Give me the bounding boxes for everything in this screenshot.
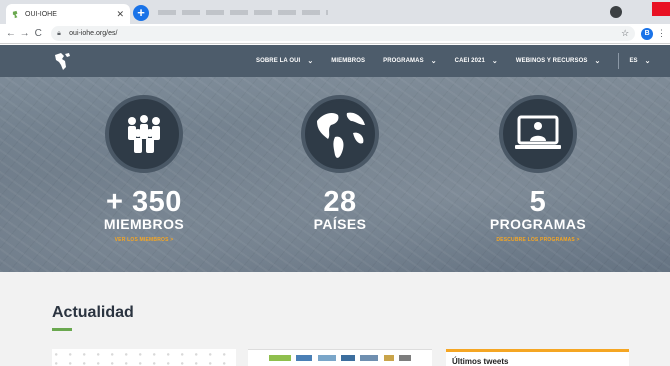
browser-tab-active[interactable]: OUI-IOHE ✕ [6,4,130,24]
language-label: ES [629,58,638,64]
stat-number: + 350 [106,186,182,218]
partner-logo [296,355,313,361]
news-card-image[interactable] [52,349,236,366]
stat-number: 28 [323,186,357,218]
title-underline [52,328,72,331]
site-favicon-icon [12,10,18,18]
forward-icon[interactable]: → [18,28,32,39]
partner-logo [399,355,412,361]
hero-banner: + 350 MIEMBROS VER LOS MIEMBROS > 28 PAÍ… [0,77,670,272]
chevron-down-icon: ⌄ [307,58,314,65]
url-text: oui-iohe.org/es/ [69,30,118,37]
section-title: Actualidad [52,304,134,321]
partner-logo [360,355,379,361]
window-controls [624,0,670,24]
main-menu: SOBRE LA OUI ⌄ MIEMBROS PROGRAMAS ⌄ CAEI… [256,45,669,77]
address-bar[interactable]: 🔒︎ oui-iohe.org/es/ ☆ [51,26,636,41]
stat-label: PAÍSES [313,216,367,232]
stat-programas: 5 PROGRAMAS DESCUBRE LOS PROGRAMAS > [476,77,600,243]
monitor-person-icon [499,95,577,173]
chevron-down-icon: ⌄ [644,58,651,65]
tweets-card: Últimos tweets [446,349,629,366]
new-tab-button[interactable]: + [133,5,149,21]
stat-miembros: + 350 MIEMBROS VER LOS MIEMBROS > [84,77,204,243]
menu-item-label: MIEMBROS [331,58,366,64]
menu-item-programas[interactable]: PROGRAMAS ⌄ [383,57,437,65]
chevron-down-icon: ⌄ [594,58,601,65]
tab-title: OUI-IOHE [25,10,57,18]
kebab-menu-icon[interactable]: ⋮ [657,28,666,39]
stat-label: MIEMBROS [103,216,185,232]
menu-item-miembros[interactable]: MIEMBROS [331,58,365,64]
minimize-button[interactable] [624,2,638,16]
partner-logo [268,355,291,361]
menu-item-label: CAEI 2021 [454,58,485,64]
stat-label: PROGRAMAS [489,216,587,232]
menu-item-label: WEBINOS Y RECURSOS [515,58,588,64]
partner-logos-card[interactable] [248,349,432,366]
news-section: Actualidad Últimos tweets [0,272,670,366]
chevron-down-icon: ⌄ [491,58,498,65]
language-selector[interactable]: ES ⌄ [629,57,650,65]
chevron-down-icon: ⌄ [430,58,437,65]
stat-paises: 28 PAÍSES [280,77,400,231]
back-icon[interactable]: ← [4,28,18,39]
window-close-button[interactable] [652,2,670,16]
browser-account-icon[interactable] [610,6,622,18]
oui-logo-icon[interactable] [52,50,74,72]
bookmark-star-icon[interactable]: ☆ [621,28,629,39]
site-header: SOBRE LA OUI ⌄ MIEMBROS PROGRAMAS ⌄ CAEI… [0,45,670,77]
card-image-dots [52,349,236,366]
browser-toolbar: ← → C 🔒︎ oui-iohe.org/es/ ☆ B ⋮ [0,24,670,44]
partner-logo [383,355,394,361]
menu-item-sobre[interactable]: SOBRE LA OUI ⌄ [256,57,313,65]
globe-icon [301,95,379,173]
tab-close-icon[interactable]: ✕ [116,9,124,20]
browser-tabstrip: OUI-IOHE ✕ + [0,0,670,24]
profile-avatar[interactable]: B [641,27,653,40]
maximize-button[interactable] [638,2,652,16]
tweets-title: Últimos tweets [452,357,509,366]
menu-item-caei[interactable]: CAEI 2021 ⌄ [455,57,498,65]
menu-item-label: PROGRAMAS [383,58,424,64]
descubre-programas-link[interactable]: DESCUBRE LOS PROGRAMAS > [476,237,600,243]
reload-icon[interactable]: C [31,28,45,39]
menu-divider [618,53,620,69]
menu-item-webinos[interactable]: WEBINOS Y RECURSOS ⌄ [516,57,601,65]
partner-logo [340,355,355,361]
stat-number: 5 [529,186,547,218]
lock-icon: 🔒︎ [57,29,61,37]
partner-logo [317,355,336,361]
menu-item-label: SOBRE LA OUI [256,58,301,64]
ver-miembros-link[interactable]: VER LOS MIEMBROS > [84,237,204,243]
blurred-bookmarks [158,10,328,15]
people-icon [105,95,183,173]
